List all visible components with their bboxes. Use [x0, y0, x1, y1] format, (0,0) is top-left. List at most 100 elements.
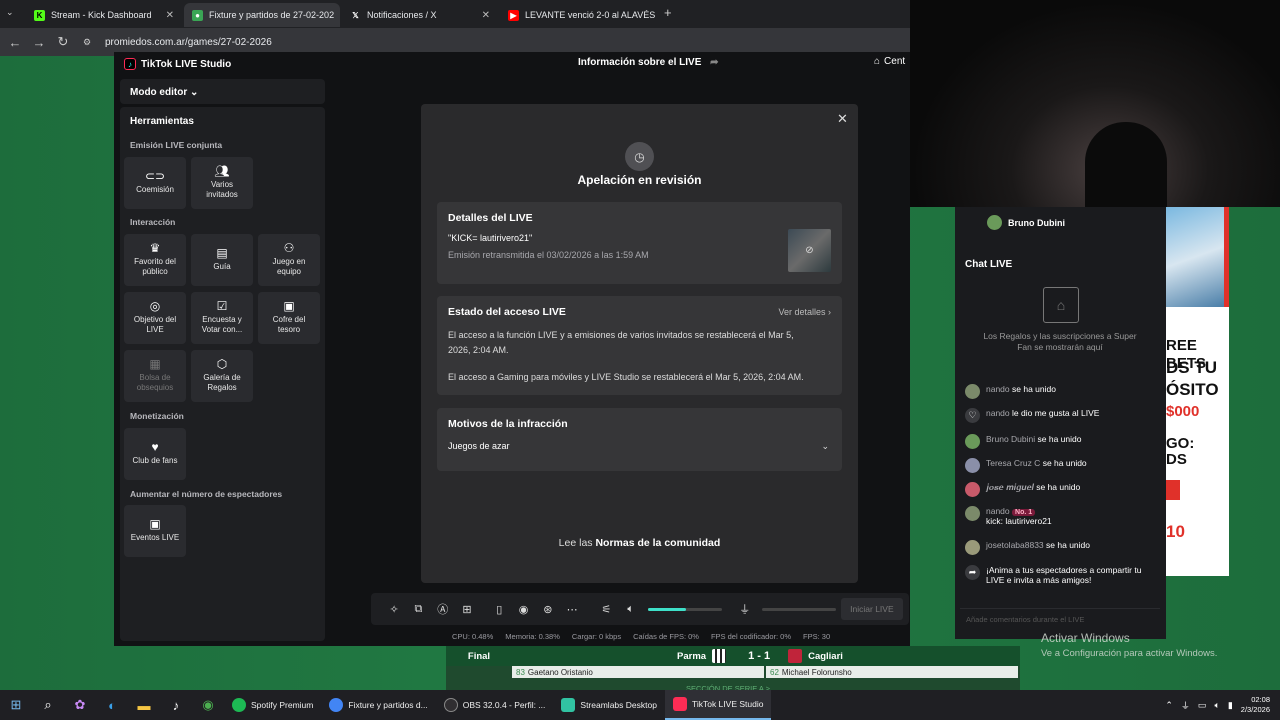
studio-toolbar: ✧ ⧉ Ⓐ ⊞ ▯ ◉ ⊛ ⋯ ⚟ 🔈︎ ⏚ Iniciar LIVE — [371, 593, 909, 625]
close-tab-icon[interactable]: ✕ — [334, 10, 340, 21]
tool-guide[interactable]: ▤ Guía — [191, 234, 253, 286]
close-tab-icon[interactable]: ✕ — [160, 10, 174, 21]
camera-settings-icon[interactable]: ⊛ — [536, 603, 560, 616]
top-viewer[interactable]: Bruno Dubini — [987, 215, 1065, 230]
live-info-link[interactable]: Información sobre el LIVE ➦ — [578, 57, 719, 68]
live-details-card: Detalles del LIVE "KICK= lautirivero21" … — [437, 202, 842, 284]
forward-arrow-icon[interactable]: → — [27, 35, 51, 50]
tool-live-events[interactable]: ▣ Eventos LIVE — [124, 505, 186, 557]
target-icon: ◎ — [149, 299, 161, 313]
tool-coemision[interactable]: ⊂⊃ Coemisión — [124, 157, 186, 209]
network-icon[interactable]: ▭ — [1198, 700, 1207, 711]
chevron-right-icon: › — [828, 307, 831, 317]
add-source-icon[interactable]: ⊞ — [455, 603, 479, 616]
x-icon: 𝕏 — [352, 10, 359, 20]
tool-gift-bag[interactable]: ▦ Bolsa de obsequios — [124, 350, 186, 402]
tiktok-icon[interactable]: ♪ — [160, 690, 192, 720]
taskbar-app-tiktok-studio[interactable]: TikTok LIVE Studio — [664, 690, 772, 720]
volume-slider-fill — [647, 607, 687, 611]
editor-mode-dropdown[interactable]: Modo editor ⌄ — [120, 79, 325, 104]
section-interaction: Interacción — [130, 217, 176, 227]
fps-stat: FPS: 30 — [803, 632, 831, 641]
chat-input[interactable]: Añade comentarios durante el LIVE — [960, 608, 1160, 630]
calendar-icon: ▣ — [149, 517, 161, 531]
live-name: "KICK= lautirivero21" — [448, 233, 533, 243]
windows-taskbar: ⊞ ⌕ ✿ ◐ ▬ ♪ ◉ Spotify Premium Fixture y … — [0, 690, 1280, 720]
match-status: Final — [467, 650, 491, 662]
magic-wand-icon[interactable]: ✧ — [382, 603, 406, 616]
tiktok-icon — [672, 697, 687, 711]
tool-poll[interactable]: ☑ Encuesta y Votar con... — [191, 292, 253, 344]
battery-icon[interactable]: ▮ — [1228, 700, 1233, 711]
left-panel: Modo editor ⌄ Herramientas Emisión LIVE … — [120, 79, 325, 641]
taskbar-app-obs[interactable]: OBS 32.0.4 - Perfil: ... — [436, 690, 554, 720]
adjust-icon[interactable]: ⚟ — [594, 603, 618, 616]
edge-icon[interactable]: ◐ — [96, 690, 128, 720]
browser-tab-promiedos[interactable]: ● Fixture y partidos de 27-02-202 ✕ — [184, 3, 340, 27]
clock[interactable]: 02:08 2/3/2026 — [1241, 695, 1270, 715]
close-tab-icon[interactable]: ✕ — [476, 10, 490, 21]
screen-capture-icon[interactable]: ⧉ — [406, 603, 430, 616]
tool-gift-gallery[interactable]: ⬡ Galería de Regalos — [191, 350, 253, 402]
top-fan-badge: No. 1 — [1012, 509, 1036, 516]
more-icon[interactable]: ⋯ — [560, 603, 584, 616]
tiktok-logo-icon: ♪ — [124, 58, 136, 70]
tab-list-chevron-icon[interactable]: ⌄ — [6, 7, 14, 18]
chevron-down-icon[interactable]: ⌄ — [821, 441, 829, 452]
live-thumbnail[interactable]: ⊘ — [788, 229, 831, 272]
tool-live-goal[interactable]: ◎ Objetivo del LIVE — [124, 292, 186, 344]
match-scoreboard[interactable]: Final Parma 1 - 1 Cagliari 83 Gaetano Ori… — [446, 646, 1020, 693]
new-tab-button[interactable]: + — [664, 5, 672, 20]
taskbar-app-streamlabs[interactable]: Streamlabs Desktop — [553, 690, 665, 720]
windows-start-icon[interactable]: ⊞ — [0, 690, 32, 720]
chrome-icon[interactable]: ◉ — [192, 690, 224, 720]
avatar — [965, 482, 980, 497]
community-guidelines-link[interactable]: Normas de la comunidad — [595, 537, 720, 549]
close-icon[interactable]: ✕ — [837, 111, 848, 127]
browser-tab-x[interactable]: 𝕏 Notificaciones / X ✕ — [342, 3, 498, 27]
microphone-icon[interactable]: ⏚ — [733, 601, 757, 617]
tool-multi-guest[interactable]: 👥︎ Varios invitados — [191, 157, 253, 209]
view-details-link[interactable]: Ver detalles › — [778, 307, 831, 317]
stats-bar: CPU: 0.48% Memoria: 0.38% Cargar: 0 kbps… — [452, 632, 830, 641]
tool-team-game[interactable]: ⚇ Juego en equipo — [258, 234, 320, 286]
fps-drops-stat: Caídas de FPS: 0% — [633, 632, 699, 641]
section-grow-viewers: Aumentar el número de espectadores — [130, 489, 283, 499]
search-icon[interactable]: ⌕ — [32, 690, 64, 720]
home-center-link[interactable]: ⌂ Cent — [874, 56, 905, 67]
home-icon: ⌂ — [874, 56, 881, 67]
ad-red-block — [1166, 480, 1180, 500]
url-field[interactable]: promiedos.com.ar/games/27-02-2026 — [105, 37, 272, 48]
browser-tab-youtube[interactable]: ▶ LEVANTE venció 2-0 al ALAVÉS ✕ — [500, 3, 656, 27]
ai-icon[interactable]: Ⓐ — [431, 601, 455, 617]
phone-icon[interactable]: ▯ — [487, 603, 511, 616]
start-live-button[interactable]: Iniciar LIVE — [840, 598, 903, 620]
chat-message: nando No. 1 kick: lautirivero21 — [965, 506, 1160, 526]
taskbar-app-spotify[interactable]: Spotify Premium — [224, 690, 321, 720]
close-tab-icon[interactable]: ✕ — [655, 10, 656, 21]
betting-ad[interactable]: REE BETS DS TU ÓSITO $000 GO: DS 10 — [1166, 207, 1229, 576]
promiedos-icon: ● — [192, 9, 203, 21]
tool-audience-favorite[interactable]: ♛ Favorito del público — [124, 234, 186, 286]
volume-slider[interactable] — [647, 607, 722, 611]
tool-treasure-chest[interactable]: ▣ Cofre del tesoro — [258, 292, 320, 344]
chat-panel: Bruno Dubini Chat LIVE ⌂ Los Regalos y l… — [955, 207, 1166, 639]
chevron-up-icon[interactable]: ⌃ — [1165, 700, 1173, 711]
speaker-icon[interactable]: 🔈︎ — [619, 603, 643, 616]
home-scorer: 83 Gaetano Oristanio — [512, 666, 764, 678]
share-icon: ➦ — [710, 57, 719, 68]
tool-fan-club[interactable]: ♥ Club de fans — [124, 428, 186, 480]
copilot-icon[interactable]: ✿ — [64, 690, 96, 720]
record-icon[interactable]: ◉ — [511, 603, 535, 616]
mic-slider[interactable] — [761, 607, 836, 611]
link-icon: ⊂⊃ — [144, 169, 166, 183]
microphone-icon[interactable]: ⏚ — [1181, 699, 1190, 712]
file-explorer-icon[interactable]: ▬ — [128, 690, 160, 720]
taskbar-app-chrome[interactable]: Fixture y partidos d... — [321, 690, 435, 720]
volume-icon[interactable]: 🔈︎ — [1214, 700, 1219, 711]
back-arrow-icon[interactable]: ← — [3, 35, 27, 50]
infraction-reasons-card[interactable]: Motivos de la infracción Juegos de azar … — [437, 408, 842, 471]
reload-icon[interactable]: ↻ — [51, 34, 75, 50]
browser-tab-kick[interactable]: K Stream - Kick Dashboard ✕ — [26, 3, 182, 27]
site-info-icon[interactable]: ⚙ — [75, 37, 99, 48]
